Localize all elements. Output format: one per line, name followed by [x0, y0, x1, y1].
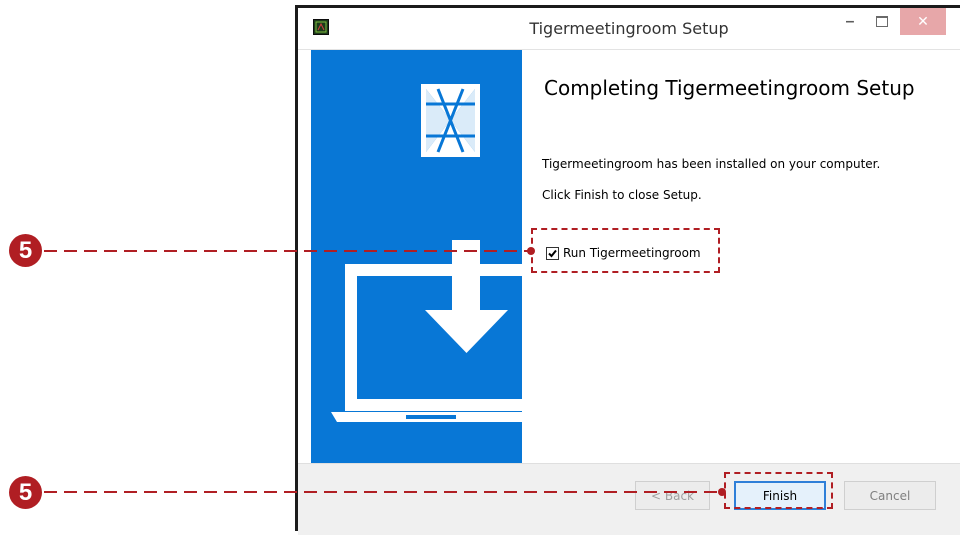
- step-badge-checkbox: 5: [9, 234, 42, 267]
- finish-highlight: [724, 472, 833, 509]
- step-badge-finish: 5: [9, 476, 42, 509]
- annotation-leaders: [44, 247, 726, 496]
- checkbox-highlight: [531, 228, 720, 273]
